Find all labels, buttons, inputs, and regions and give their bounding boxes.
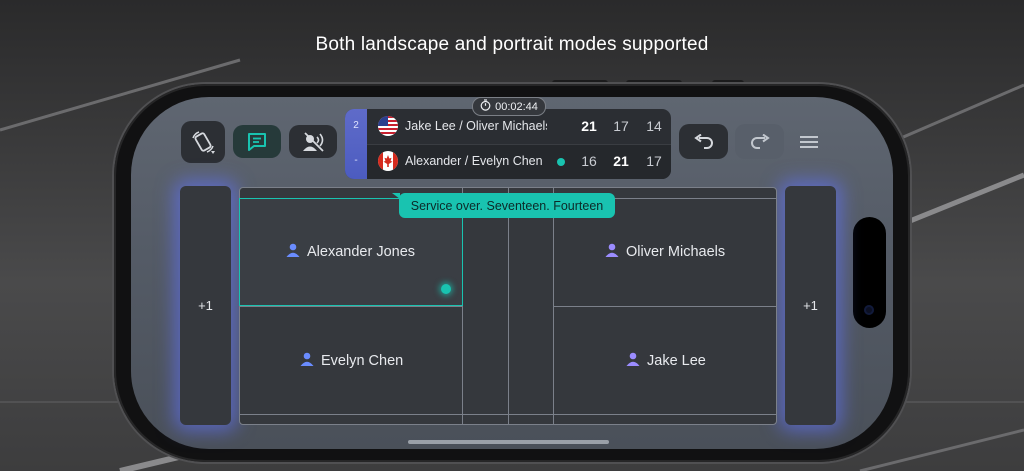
set-score: 21 — [613, 153, 629, 169]
team-row: Alexander / Evelyn Chen 16 21 17 — [367, 144, 671, 179]
court-net-line — [508, 188, 509, 424]
set-score: 17 — [646, 153, 662, 169]
home-indicator[interactable] — [408, 440, 609, 444]
player-top-right[interactable]: Oliver Michaels — [605, 243, 725, 261]
undo-icon — [693, 133, 715, 150]
camera-icon — [864, 305, 874, 315]
voice-off-icon — [301, 131, 325, 153]
announcement-toast: Service over. Seventeen. Fourteen — [399, 193, 615, 218]
canada-flag-icon — [378, 151, 398, 171]
stopwatch-icon — [480, 99, 491, 114]
rotate-screen-icon — [189, 128, 217, 156]
menu-button[interactable] — [794, 128, 824, 156]
set-score: 16 — [581, 153, 597, 169]
left-plus-one-button[interactable]: +1 — [180, 186, 231, 425]
person-icon — [286, 243, 300, 261]
player-name: Jake Lee — [647, 353, 706, 369]
timer-value: 00:02:44 — [495, 100, 538, 113]
right-plus-one-label: +1 — [803, 298, 818, 313]
headline: Both landscape and portrait modes suppor… — [315, 34, 709, 55]
left-plus-one-label: +1 — [198, 298, 213, 313]
strip-bottom-label: - — [354, 155, 358, 166]
player-top-left[interactable]: Alexander Jones — [286, 243, 415, 261]
match-timer: 00:02:44 — [472, 97, 546, 116]
player-bottom-right[interactable]: Jake Lee — [626, 352, 706, 370]
hamburger-menu-icon — [800, 135, 818, 149]
team-name: Jake Lee / Oliver Michaels — [405, 119, 547, 133]
strip-top-label: 2 — [353, 120, 359, 131]
court-line — [240, 306, 462, 307]
redo-button[interactable] — [735, 124, 784, 159]
shuttle-position-indicator — [441, 284, 451, 294]
set-score: 14 — [646, 118, 662, 134]
scoreboard: 2 - Jake Lee / Oliver Michaels 21 17 14 — [345, 109, 671, 179]
undo-button[interactable] — [679, 124, 728, 159]
player-name: Oliver Michaels — [626, 244, 726, 260]
comment-list-icon — [246, 131, 268, 153]
court-line — [553, 306, 776, 307]
team-name: Alexander / Evelyn Chen — [405, 154, 543, 168]
person-icon — [626, 352, 640, 370]
right-plus-one-button[interactable]: +1 — [785, 186, 836, 425]
serving-indicator — [557, 158, 565, 166]
redo-icon — [749, 133, 771, 150]
player-name: Evelyn Chen — [321, 353, 404, 369]
set-score: 17 — [613, 118, 629, 134]
person-icon — [605, 243, 619, 261]
us-flag-icon — [378, 116, 398, 136]
comments-button[interactable] — [233, 125, 281, 158]
set-score: 21 — [581, 118, 597, 134]
voice-toggle-button[interactable] — [289, 125, 337, 158]
rotate-button[interactable] — [181, 121, 225, 163]
player-bottom-left[interactable]: Evelyn Chen — [300, 352, 403, 370]
set-indicator-strip: 2 - — [345, 109, 367, 179]
player-name: Alexander Jones — [307, 244, 416, 260]
person-icon — [300, 352, 314, 370]
